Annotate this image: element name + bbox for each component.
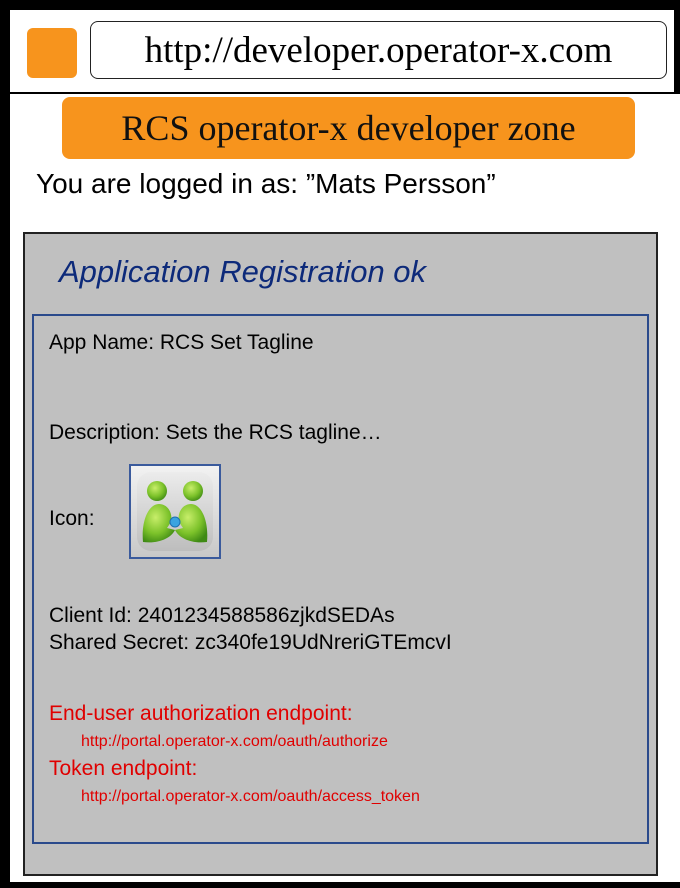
client-id: Client Id: 2401234588586zjkdSEDAs bbox=[49, 604, 395, 627]
auth-endpoint-label: End-user authorization endpoint: bbox=[49, 702, 353, 725]
icon-label: Icon: bbox=[49, 507, 95, 530]
zone-title: RCS operator-x developer zone bbox=[121, 108, 576, 148]
registration-panel: Application Registration ok App Name: RC… bbox=[23, 232, 658, 876]
app-icon-background bbox=[137, 472, 213, 551]
header-divider bbox=[10, 92, 680, 94]
auth-endpoint-url[interactable]: http://portal.operator-x.com/oauth/autho… bbox=[81, 733, 388, 751]
token-endpoint-label: Token endpoint: bbox=[49, 757, 198, 780]
rcs-app-people-icon bbox=[142, 481, 208, 543]
app-name: App Name: RCS Set Tagline bbox=[49, 331, 314, 354]
shared-secret: Shared Secret: zc340fe19UdNreriGTEmcvI bbox=[49, 631, 452, 654]
app-description: Description: Sets the RCS tagline… bbox=[49, 421, 382, 444]
token-endpoint-url[interactable]: http://portal.operator-x.com/oauth/acces… bbox=[81, 788, 420, 806]
app-details-box: App Name: RCS Set Tagline Description: S… bbox=[32, 314, 649, 844]
app-icon-frame bbox=[129, 464, 221, 559]
logged-in-text: You are logged in as: ”Mats Persson” bbox=[36, 168, 496, 199]
frame-right-edge bbox=[674, 0, 680, 94]
orange-square-icon bbox=[27, 28, 77, 78]
registration-title: Application Registration ok bbox=[59, 254, 427, 289]
url-text: http://developer.operator-x.com bbox=[144, 29, 613, 71]
url-bar[interactable]: http://developer.operator-x.com bbox=[90, 21, 667, 79]
zone-title-banner: RCS operator-x developer zone bbox=[62, 97, 635, 159]
